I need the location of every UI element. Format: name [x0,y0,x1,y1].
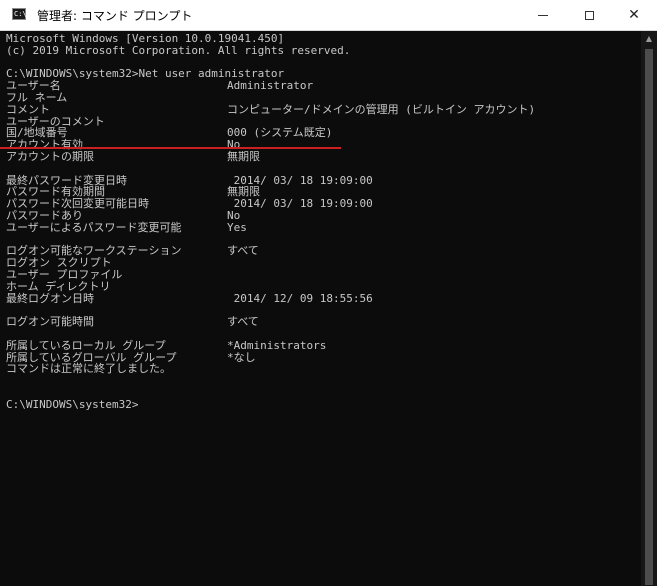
field-value: 無期限 [227,149,260,163]
field-value: 2014/ 12/ 09 18:55:56 [227,291,373,305]
user-info-row: ログオン可能時間 すべて [6,316,641,328]
field-value: *なし [227,350,256,364]
field-label: ログオン可能時間 [6,315,94,329]
user-info-row: ユーザー プロファイル [6,269,641,281]
field-value: Administrator [227,79,314,93]
maximize-button[interactable] [566,0,612,30]
command-prompt-app-icon[interactable]: C:\ [12,8,27,20]
field-label: フル ネーム [6,90,68,104]
user-info-row: パスワード次回変更可能日時 2014/ 03/ 18 19:09:00 [6,198,641,210]
console-command-line: C:\WINDOWS\system32>Net user administrat… [6,67,285,81]
field-label: コメント [6,102,50,116]
scroll-up-arrow-icon[interactable]: ▲ [641,31,657,47]
close-icon: ✕ [628,7,640,23]
field-label: パスワードあり [6,208,83,222]
console-line-copyright: (c) 2019 Microsoft Corporation. All righ… [6,43,351,57]
field-label: ユーザー プロファイル [6,267,123,281]
field-value: コンピューター/ドメインの管理用 (ビルトイン アカウント) [227,102,536,116]
user-info-row: アカウント有効 No [6,139,641,151]
minimize-icon [538,14,548,16]
user-info-row: 最終ログオン日時 2014/ 12/ 09 18:55:56 [6,291,641,305]
minimize-button[interactable] [520,0,566,30]
user-info-row: ホーム ディレクトリ [6,279,641,293]
console-prompt[interactable]: C:\WINDOWS\system32> [6,398,641,411]
user-info-row: 所属しているローカル グループ *Administrators [6,338,641,352]
field-label: 最終ログオン日時 [6,291,94,305]
field-value: *Administrators [227,338,327,352]
field-value: すべて [227,244,259,258]
user-info-fields: ユーザー名 Administrator フル ネーム コメント コンピューター/ドメイン… [6,80,641,363]
title-bar[interactable]: C:\ 管理者: コマンド プロンプト ✕ [0,0,657,31]
field-value: No [227,208,241,222]
field-value: すべて [227,315,259,329]
field-value: 2014/ 03/ 18 19:09:00 [227,197,373,211]
scrollbar-thumb[interactable] [645,49,653,585]
field-label: 所属しているローカル グループ [6,338,166,352]
console-completion-message: コマンドは正常に終了しました。 [6,362,171,376]
field-label: ホーム ディレクトリ [6,279,111,293]
user-info-row: パスワードあり No [6,210,641,222]
user-info-row: 国/地域番号 000 (システム既定) [6,127,641,139]
user-info-row: ユーザーによるパスワード変更可能 Yes [6,220,641,234]
close-button[interactable]: ✕ [611,0,657,30]
field-label: アカウントの期限 [6,149,94,163]
user-info-row: コメント コンピューター/ドメインの管理用 (ビルトイン アカウント) [6,102,641,116]
user-info-row: ユーザー名 Administrator [6,80,641,92]
field-value: Yes [227,220,247,234]
vertical-scrollbar[interactable]: ▲ [641,31,657,586]
user-info-row: フル ネーム [6,92,641,104]
command-prompt-window: C:\ 管理者: コマンド プロンプト ✕ Microsoft Windows … [0,0,657,586]
console-output[interactable]: Microsoft Windows [Version 10.0.19041.45… [0,31,641,586]
window-title: 管理者: コマンド プロンプト [37,9,193,23]
field-value: 000 (システム既定) [227,126,333,140]
red-underline-annotation [0,147,341,149]
maximize-icon [584,10,594,20]
field-label: ユーザーによるパスワード変更可能 [6,220,182,234]
user-info-row: アカウントの期限 無期限 [6,151,641,163]
